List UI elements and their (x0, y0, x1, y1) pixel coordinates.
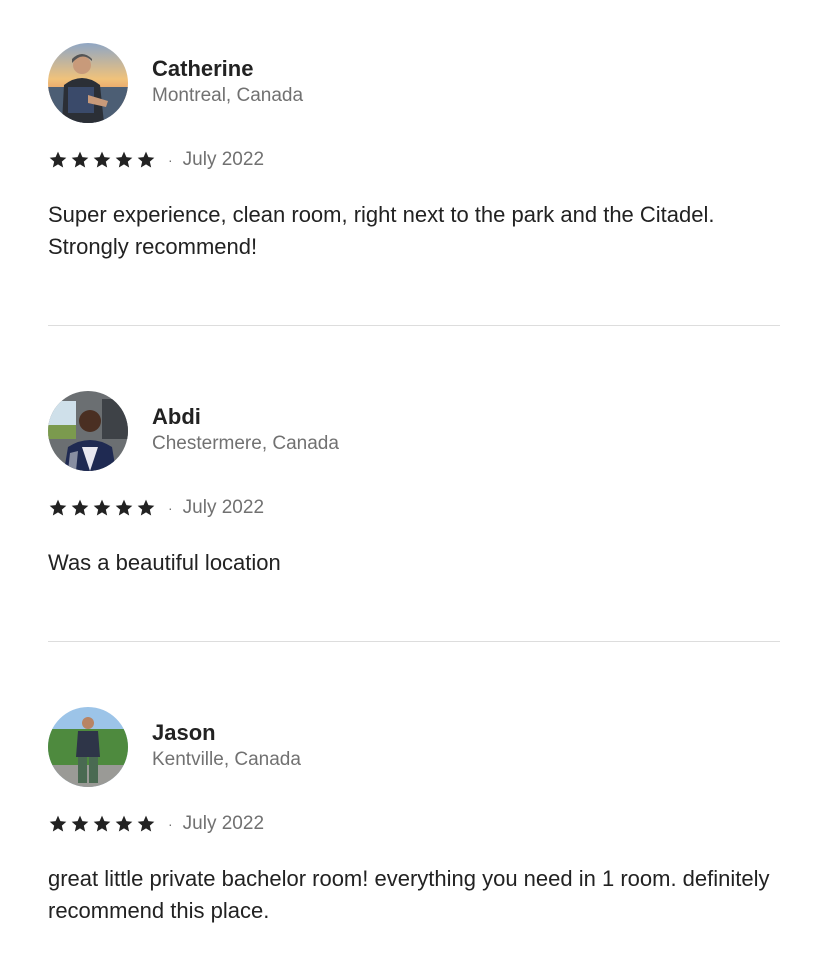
star-icon (71, 151, 89, 168)
star-rating (48, 814, 156, 834)
star-icon (93, 499, 111, 516)
review-date: July 2022 (182, 813, 265, 834)
review-item: Abdi Chestermere, Canada · July 2022 Was… (48, 391, 780, 579)
review-comment: Was a beautiful location (48, 550, 281, 575)
star-rating (48, 150, 156, 170)
review-item: Jason Kentville, Canada · July 2022 grea… (48, 707, 780, 927)
review-meta: · July 2022 (48, 812, 780, 836)
separator-dot: · (168, 816, 173, 832)
review-header: Abdi Chestermere, Canada (48, 391, 780, 471)
reviewer-name: Catherine (152, 56, 254, 81)
avatar-photo-icon (48, 707, 128, 787)
avatar[interactable] (48, 43, 128, 123)
review-comment: great little private bachelor room! ever… (48, 866, 770, 923)
reviewer-name: Jason (152, 720, 216, 745)
star-icon (49, 499, 67, 516)
review-date: July 2022 (182, 497, 265, 518)
star-icon (115, 499, 133, 516)
reviewer-location: Chestermere, Canada (152, 433, 339, 454)
star-icon (49, 815, 67, 832)
separator-dot: · (168, 152, 173, 168)
review-header: Jason Kentville, Canada (48, 707, 780, 787)
reviewer-name: Abdi (152, 404, 201, 429)
star-icon (93, 151, 111, 168)
review-item: Catherine Montreal, Canada · July 2022 S… (48, 43, 780, 263)
star-icon (115, 815, 133, 832)
review-meta: · July 2022 (48, 496, 780, 520)
divider (48, 641, 780, 642)
star-icon (93, 815, 111, 832)
star-icon (71, 499, 89, 516)
review-header: Catherine Montreal, Canada (48, 43, 780, 123)
star-icon (49, 151, 67, 168)
review-comment: Super experience, clean room, right next… (48, 202, 715, 259)
review-meta: · July 2022 (48, 148, 780, 172)
star-icon (137, 151, 155, 168)
avatar-photo-icon (48, 391, 128, 471)
review-date: July 2022 (182, 149, 265, 170)
reviewer-location: Kentville, Canada (152, 749, 301, 770)
star-rating (48, 498, 156, 518)
avatar[interactable] (48, 391, 128, 471)
divider (48, 325, 780, 326)
avatar[interactable] (48, 707, 128, 787)
reviewer-location: Montreal, Canada (152, 85, 304, 106)
separator-dot: · (168, 500, 173, 516)
star-icon (71, 815, 89, 832)
star-icon (115, 151, 133, 168)
star-icon (137, 815, 155, 832)
avatar-photo-icon (48, 43, 128, 123)
star-icon (137, 499, 155, 516)
